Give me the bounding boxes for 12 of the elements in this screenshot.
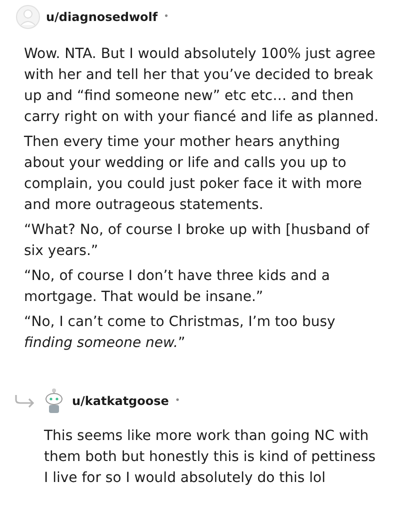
separator-dot: • [164,12,169,22]
avatar-icon [16,5,40,29]
comment-text: “No, of course I don’t have three kids and a mortgage. That would be insane.” [24,267,331,307]
username[interactable]: u/katkatgoose [72,394,169,408]
comment-text: This seems like more work than going NC with them both but honestly this is kind of pettiness I live for so I would absolutely do this lol [44,427,377,488]
comment-text: “No, I can’t come to Christmas, I’m too busy finding someone new.” [24,313,336,353]
reply-arrow-icon [14,394,36,408]
comment-text: “What? No, of course I broke up with [husband of six years.” [24,221,370,261]
username[interactable]: u/diagnosedwolf [46,10,158,24]
comment-text: Then every time your mother hears anything about your wedding or life and calls you up to complain, you could just poker face it with more and more outrageous statements. [24,133,363,215]
comment-text: Wow. NTA. But I would absolutely 100% just agree with her and tell her that you’ve decided to break up and “find someone new” etc etc… and then carry right on with your fiancé and life as planned. [24,45,380,127]
separator-dot: • [174,396,180,406]
